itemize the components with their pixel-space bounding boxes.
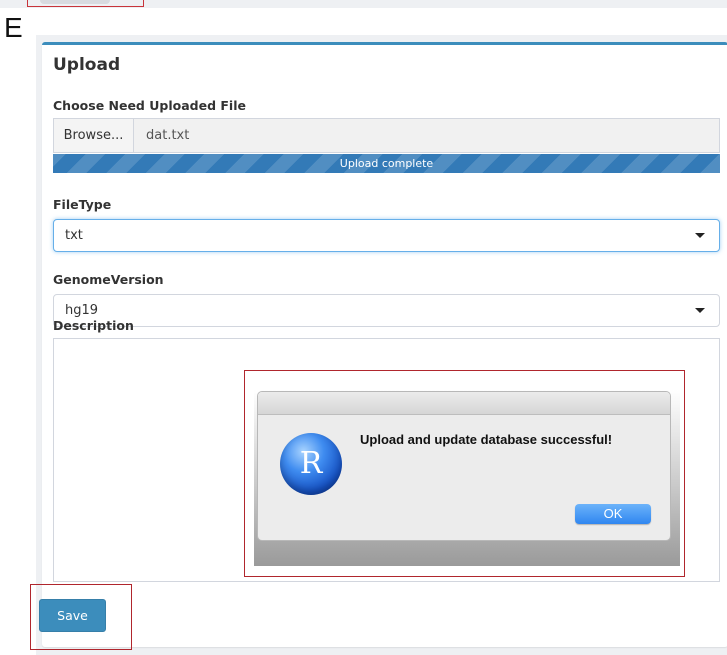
dialog-message: Upload and update database successful! — [360, 432, 613, 447]
upload-progress-bar: Upload complete — [53, 154, 720, 173]
filetype-value: txt — [65, 228, 83, 243]
dialog-titlebar[interactable] — [258, 392, 670, 415]
description-label: Description — [53, 318, 134, 333]
cropped-button-top — [40, 0, 110, 4]
card-title: Upload — [53, 55, 121, 75]
browse-button[interactable]: Browse... — [54, 119, 134, 152]
r-logo-letter: R — [299, 446, 323, 481]
file-label: Choose Need Uploaded File — [53, 98, 246, 113]
caret-down-icon — [695, 233, 705, 238]
filetype-select[interactable]: txt — [53, 219, 720, 252]
r-logo-icon: R — [280, 433, 342, 495]
progress-text: Upload complete — [339, 157, 434, 170]
file-name-field[interactable]: dat.txt — [146, 119, 189, 152]
panel-letter: E — [4, 12, 23, 43]
ok-button[interactable]: OK — [575, 504, 651, 524]
genome-select[interactable]: hg19 — [53, 294, 720, 327]
save-button[interactable]: Save — [39, 599, 106, 632]
caret-down-icon — [695, 308, 705, 313]
file-input-group[interactable]: Browse... dat.txt — [53, 118, 720, 153]
filetype-label: FileType — [53, 197, 112, 212]
genome-label: GenomeVersion — [53, 272, 164, 287]
success-dialog: R Upload and update database successful!… — [257, 391, 671, 541]
